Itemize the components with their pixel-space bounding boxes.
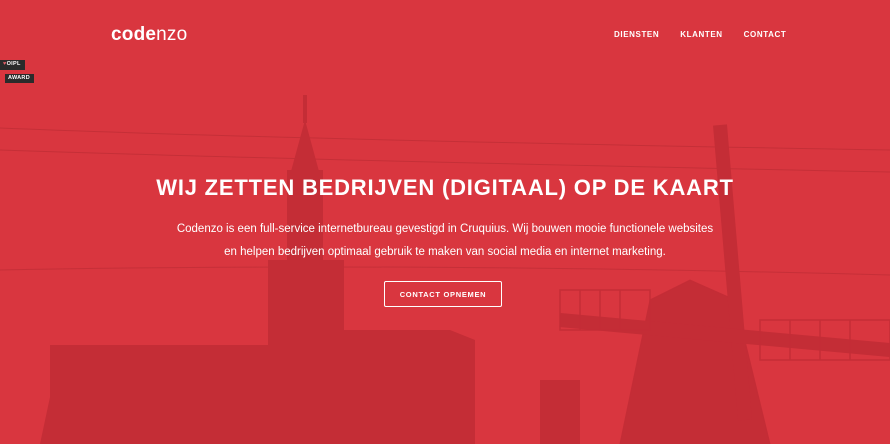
award-badge-line-1: OIPL: [0, 60, 25, 70]
main-nav: DIENSTEN KLANTEN CONTACT: [614, 30, 786, 39]
award-badge[interactable]: OIPL AWARD: [0, 60, 34, 87]
hero-intro-text: Codenzo is een full-service internetbure…: [176, 223, 714, 258]
nav-klanten[interactable]: KLANTEN: [680, 30, 722, 39]
codenzo-logo[interactable]: codenzo: [111, 24, 187, 46]
nav-diensten[interactable]: DIENSTEN: [614, 30, 659, 39]
logo-light-part: nzo: [156, 24, 188, 45]
logo-bold-part: code: [111, 24, 157, 45]
nav-contact[interactable]: CONTACT: [744, 30, 787, 39]
award-badge-line-2: AWARD: [5, 73, 34, 83]
contact-opnemen-button[interactable]: CONTACT OPNEMEN: [384, 281, 502, 307]
hero-headline: WIJ ZETTEN BEDRIJVEN (DIGITAAL) OP DE KA…: [156, 175, 734, 200]
